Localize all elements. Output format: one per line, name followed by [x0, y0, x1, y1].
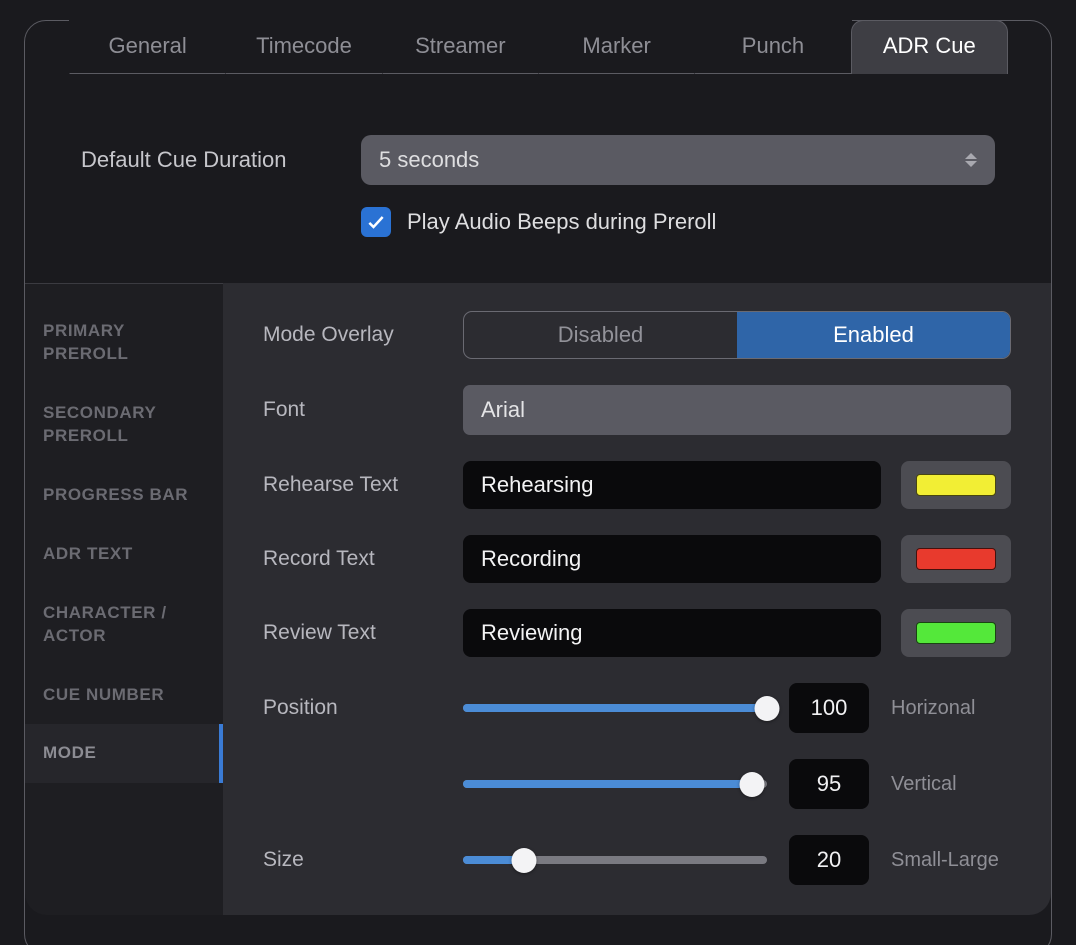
sidebar-item-progress-bar[interactable]: PROGRESS BAR: [25, 466, 223, 525]
position-horizontal-axis-label: Horizonal: [891, 697, 1011, 720]
tab-marker[interactable]: Marker: [538, 20, 695, 74]
tab-adr-cue[interactable]: ADR Cue: [851, 20, 1008, 74]
position-vertical-axis-label: Vertical: [891, 773, 1011, 796]
rehearse-color: [916, 474, 996, 496]
review-text-label: Review Text: [263, 621, 463, 645]
record-text-input[interactable]: [463, 535, 881, 583]
tab-strip: General Timecode Streamer Marker Punch A…: [69, 20, 1007, 74]
play-beeps-checkbox[interactable]: [361, 207, 391, 237]
play-beeps-label: Play Audio Beeps during Preroll: [407, 209, 716, 235]
font-label: Font: [263, 398, 463, 422]
tab-streamer[interactable]: Streamer: [382, 20, 539, 74]
record-text-label: Record Text: [263, 547, 463, 571]
size-value[interactable]: 20: [789, 835, 869, 885]
position-label: Position: [263, 696, 463, 720]
default-cue-duration-select[interactable]: 5 seconds: [361, 135, 995, 185]
sidebar-item-character-actor[interactable]: CHARACTER / ACTOR: [25, 584, 223, 666]
position-horizontal-value[interactable]: 100: [789, 683, 869, 733]
review-color: [916, 622, 996, 644]
size-axis-label: Small-Large: [891, 849, 1011, 872]
subtab-sidebar: PRIMARY PREROLL SECONDARY PREROLL PROGRE…: [25, 283, 223, 915]
mode-overlay-disabled-button[interactable]: Disabled: [464, 312, 737, 358]
rehearse-color-swatch[interactable]: [901, 461, 1011, 509]
size-slider[interactable]: [463, 846, 767, 874]
mode-settings-content: Mode Overlay Disabled Enabled Font Arial: [223, 283, 1051, 915]
sidebar-item-adr-text[interactable]: ADR TEXT: [25, 525, 223, 584]
check-icon: [366, 212, 386, 232]
review-text-input[interactable]: [463, 609, 881, 657]
position-vertical-slider[interactable]: [463, 770, 767, 798]
default-cue-duration-label: Default Cue Duration: [81, 147, 361, 173]
tab-timecode[interactable]: Timecode: [225, 20, 382, 74]
select-spinner-icon: [965, 153, 977, 167]
mode-overlay-label: Mode Overlay: [263, 323, 463, 347]
rehearse-text-input[interactable]: [463, 461, 881, 509]
size-label: Size: [263, 848, 463, 872]
sidebar-item-cue-number[interactable]: CUE NUMBER: [25, 666, 223, 725]
font-value: Arial: [481, 397, 525, 423]
rehearse-text-label: Rehearse Text: [263, 473, 463, 497]
record-color-swatch[interactable]: [901, 535, 1011, 583]
sidebar-item-primary-preroll[interactable]: PRIMARY PREROLL: [25, 302, 223, 384]
tab-punch[interactable]: Punch: [694, 20, 851, 74]
sidebar-item-secondary-preroll[interactable]: SECONDARY PREROLL: [25, 384, 223, 466]
default-cue-duration-value: 5 seconds: [379, 147, 479, 173]
sidebar-item-mode[interactable]: MODE: [25, 724, 223, 783]
mode-overlay-enabled-button[interactable]: Enabled: [737, 312, 1010, 358]
record-color: [916, 548, 996, 570]
review-color-swatch[interactable]: [901, 609, 1011, 657]
position-horizontal-slider[interactable]: [463, 694, 767, 722]
position-vertical-value[interactable]: 95: [789, 759, 869, 809]
font-select[interactable]: Arial: [463, 385, 1011, 435]
tab-general[interactable]: General: [69, 20, 226, 74]
mode-overlay-segmented: Disabled Enabled: [463, 311, 1011, 359]
